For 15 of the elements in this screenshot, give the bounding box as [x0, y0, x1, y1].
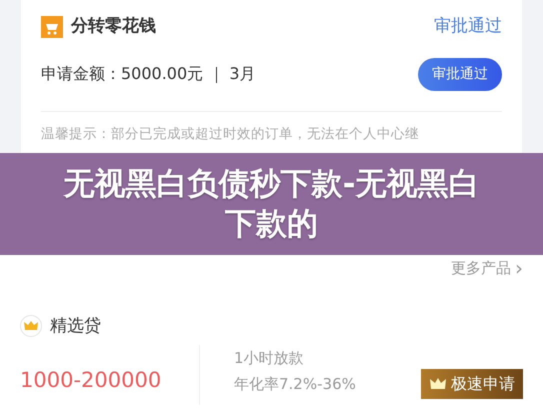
product-title: 精选贷 [50, 314, 101, 338]
crown-icon [20, 315, 42, 338]
app-logo-icon [41, 16, 63, 38]
notice-text: 温馨提示：部分已完成或超过时效的订单，无法在个人中心继 [41, 124, 420, 144]
apply-button[interactable]: 极速申请 [421, 369, 523, 399]
approved-button[interactable]: 审批通过 [418, 58, 502, 90]
feature-text: 1小时放款 [234, 348, 305, 369]
crown-icon [429, 377, 447, 391]
status-text: 审批通过 [434, 15, 502, 38]
feature-text: 年化率7.2%-36% [234, 374, 356, 396]
amount-text: 申请金额：5000.00元 ｜ 3月 [41, 63, 256, 85]
product-name: 分转零花钱 [71, 15, 156, 38]
more-products-link[interactable]: 更多产品 › [451, 257, 523, 280]
banner-title: 无视黑白负债秒下款-无视黑白下款的 [62, 164, 480, 244]
amount-range: 1000-200000 [20, 368, 162, 392]
